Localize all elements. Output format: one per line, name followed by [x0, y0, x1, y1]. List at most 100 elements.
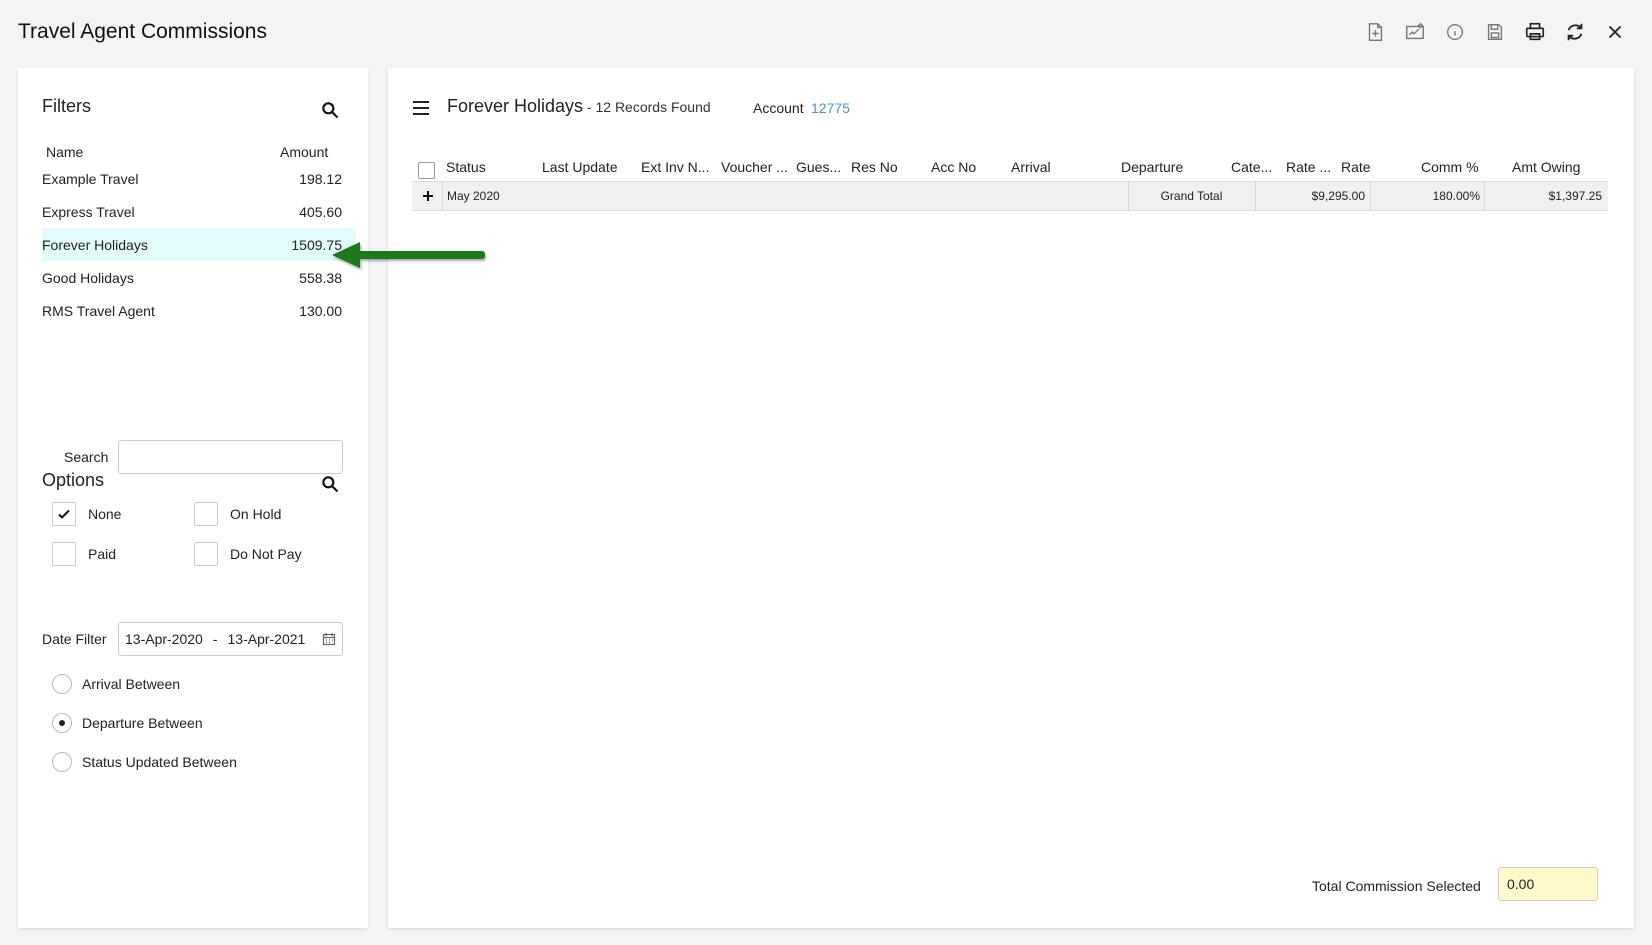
toolbar	[1362, 18, 1628, 46]
add-document-icon	[1368, 23, 1383, 41]
filters-title: Filters	[42, 96, 91, 116]
checkbox-box[interactable]	[194, 502, 218, 526]
filter-item-amount: 198.12	[299, 170, 342, 187]
column-divider	[442, 182, 443, 210]
account-link[interactable]: 12775	[811, 100, 850, 116]
agent-heading: Forever Holidays - 12 Records Found	[447, 96, 711, 117]
checkbox-on-hold[interactable]: On Hold	[194, 502, 281, 526]
select-all-checkbox[interactable]	[418, 162, 435, 179]
date-separator: -	[212, 631, 218, 647]
filter-item-name: Example Travel	[42, 170, 139, 187]
main-panel: Forever Holidays - 12 Records Found Acco…	[388, 68, 1634, 928]
checkbox-box[interactable]	[52, 542, 76, 566]
total-commission-field[interactable]: 0.00	[1498, 867, 1598, 901]
filter-item-name: Good Holidays	[42, 269, 134, 286]
radio-label: Departure Between	[82, 715, 203, 731]
checkbox-label: Paid	[88, 546, 117, 562]
date-filter-label: Date Filter	[42, 631, 107, 647]
column-header-guest[interactable]: Gues...	[796, 159, 841, 175]
save-button[interactable]	[1482, 18, 1508, 46]
radio-departure-between[interactable]: Departure Between	[52, 713, 203, 733]
filter-item-good-holidays[interactable]: Good Holidays 558.38	[42, 261, 356, 294]
checkbox-box[interactable]	[194, 542, 218, 566]
info-icon	[1446, 23, 1464, 41]
checkbox-do-not-pay[interactable]: Do Not Pay	[194, 542, 302, 566]
close-button[interactable]	[1602, 18, 1628, 46]
date-from: 13-Apr-2020	[125, 631, 203, 647]
close-icon	[1608, 25, 1622, 39]
radio-circle[interactable]	[52, 752, 72, 772]
options-search-button[interactable]	[320, 474, 342, 496]
add-document-button[interactable]	[1362, 18, 1388, 46]
refresh-button[interactable]	[1562, 18, 1588, 46]
radio-circle[interactable]	[52, 674, 72, 694]
radio-label: Arrival Between	[82, 676, 181, 692]
grid-header: Status Last Update Ext Inv N... Voucher …	[412, 153, 1608, 183]
hamburger-menu-icon[interactable]	[412, 100, 430, 116]
group-label: May 2020	[447, 189, 500, 203]
agent-name: Forever Holidays	[447, 96, 584, 116]
filter-item-example-travel[interactable]: Example Travel 198.12	[42, 162, 356, 195]
pointer-arrow-icon	[332, 242, 485, 268]
column-header-comm-percent[interactable]: Comm %	[1421, 159, 1479, 175]
column-header-last-update[interactable]: Last Update	[542, 159, 618, 175]
column-header-category[interactable]: Cate...	[1231, 159, 1272, 175]
grand-total-comm: 180.00%	[1432, 189, 1480, 203]
search-icon	[322, 476, 339, 493]
column-header-rate[interactable]: Rate	[1341, 159, 1371, 175]
radio-label: Status Updated Between	[82, 754, 237, 770]
column-header-rate-type[interactable]: Rate ...	[1286, 159, 1331, 175]
grand-total-label: Grand Total	[1160, 189, 1223, 203]
column-header-amt-owing[interactable]: Amt Owing	[1512, 159, 1580, 175]
checkmark-icon	[58, 509, 70, 519]
search-icon	[322, 102, 339, 119]
filters-search-button[interactable]	[320, 100, 342, 122]
info-button[interactable]	[1442, 18, 1468, 46]
column-header-ext-inv-no[interactable]: Ext Inv N...	[641, 159, 709, 175]
column-header-departure[interactable]: Departure	[1121, 159, 1183, 175]
filter-item-rms-travel-agent[interactable]: RMS Travel Agent 130.00	[42, 294, 356, 327]
expand-plus-icon[interactable]	[418, 186, 438, 206]
search-input[interactable]	[118, 440, 343, 474]
column-header-voucher[interactable]: Voucher ...	[721, 159, 788, 175]
filter-item-forever-holidays[interactable]: Forever Holidays 1509.75	[42, 228, 356, 261]
column-header-res-no[interactable]: Res No	[851, 159, 898, 175]
edit-form-icon	[1406, 22, 1424, 40]
filters-panel: Filters Name Amount Example Travel 198.1…	[18, 68, 368, 928]
checkbox-box[interactable]	[52, 502, 76, 526]
calendar-icon[interactable]	[322, 632, 336, 646]
filter-item-name: Forever Holidays	[42, 236, 148, 253]
checkbox-paid[interactable]: Paid	[52, 542, 116, 566]
date-to: 13-Apr-2021	[227, 631, 306, 647]
checkbox-label: Do Not Pay	[230, 546, 302, 562]
column-header-arrival[interactable]: Arrival	[1011, 159, 1051, 175]
filter-item-express-travel[interactable]: Express Travel 405.60	[42, 195, 356, 228]
filter-item-amount: 130.00	[299, 302, 342, 319]
checkbox-label: None	[88, 506, 122, 522]
filter-item-name: Express Travel	[42, 203, 135, 220]
column-header-amount[interactable]: Amount	[280, 144, 328, 160]
grand-total-owing: $1,397.25	[1548, 189, 1602, 203]
print-button[interactable]	[1522, 18, 1548, 46]
search-label: Search	[64, 449, 109, 465]
radio-status-updated-between[interactable]: Status Updated Between	[52, 752, 237, 772]
radio-circle[interactable]	[52, 713, 72, 733]
refresh-icon	[1567, 23, 1583, 41]
column-header-name[interactable]: Name	[46, 144, 83, 160]
column-header-status[interactable]: Status	[446, 159, 486, 175]
grand-total-rate: $9,295.00	[1311, 189, 1365, 203]
account-label: Account	[753, 100, 804, 116]
save-icon	[1487, 23, 1503, 41]
checkbox-none[interactable]: None	[52, 502, 121, 526]
checkbox-label: On Hold	[230, 506, 282, 522]
filter-item-name: RMS Travel Agent	[42, 302, 155, 319]
records-found: - 12 Records Found	[583, 99, 711, 115]
edit-form-button[interactable]	[1402, 18, 1428, 46]
column-header-acc-no[interactable]: Acc No	[931, 159, 976, 175]
radio-arrival-between[interactable]: Arrival Between	[52, 674, 180, 694]
date-filter-field[interactable]: 13-Apr-2020 - 13-Apr-2021	[118, 622, 343, 656]
radio-selected-dot	[59, 720, 65, 726]
filter-item-amount: 405.60	[299, 203, 342, 220]
table-row[interactable]: May 2020 Grand Total $9,295.00 180.00% $…	[412, 181, 1608, 211]
total-commission-label: Total Commission Selected	[1312, 878, 1481, 894]
